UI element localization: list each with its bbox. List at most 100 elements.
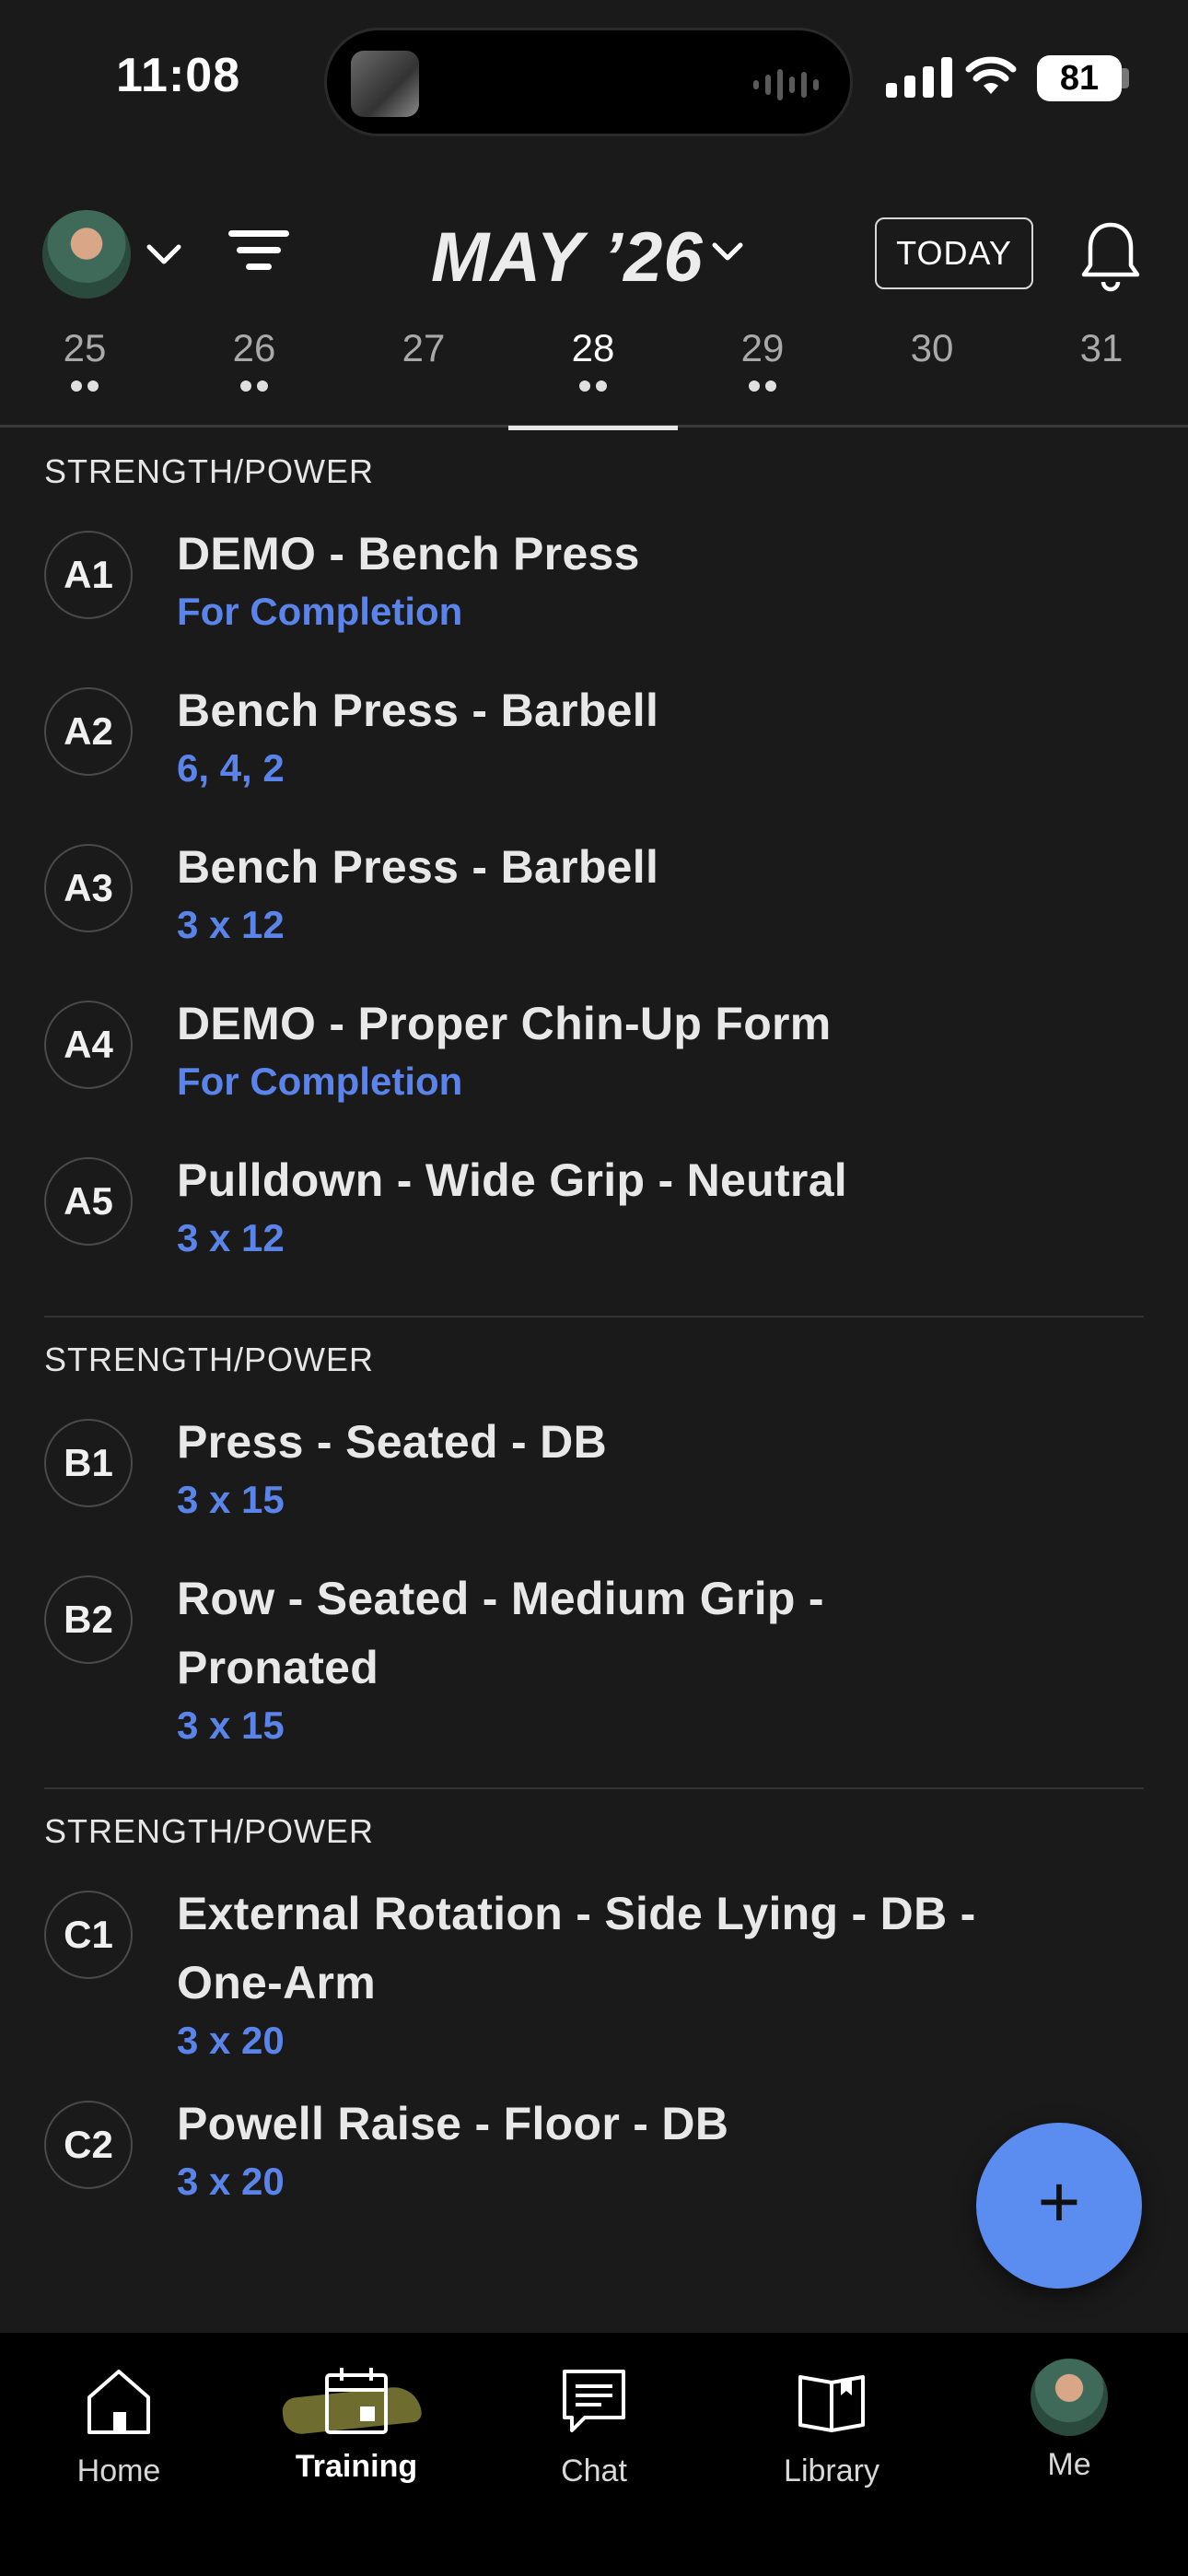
- date-item-31[interactable]: 31: [1017, 322, 1186, 427]
- date-number: 25: [63, 326, 107, 369]
- date-strip: 25 26 27 28 29 30 31: [0, 322, 1188, 430]
- workout-indicator-dots: [508, 380, 678, 392]
- book-icon: [798, 2375, 865, 2432]
- date-number: 29: [740, 326, 785, 369]
- tab-label-training: Training: [295, 2449, 418, 2484]
- exercise-name: Powell Raise - Floor - DB: [177, 2098, 729, 2149]
- wifi-icon: [965, 56, 1017, 94]
- date-number: 31: [1079, 326, 1124, 369]
- workout-section: STRENGTH/POWER A1 DEMO - Bench Press For Co…: [0, 429, 1188, 1277]
- add-button[interactable]: +: [976, 2123, 1142, 2289]
- workout-indicator-dots: [169, 380, 339, 392]
- status-time: 11:08: [116, 49, 241, 102]
- exercise-text: DEMO - Bench Press For Completion: [177, 494, 640, 635]
- exercise-prescription: 3 x 15: [177, 1478, 285, 1521]
- month-chevron-down-icon[interactable]: [709, 234, 746, 271]
- status-bar: 11:08 81: [0, 0, 1188, 166]
- exercise-code-badge: C2: [44, 2101, 133, 2189]
- date-number: 27: [402, 326, 446, 369]
- user-avatar[interactable]: [42, 210, 131, 299]
- exercise-row-a5[interactable]: A5 Pulldown - Wide Grip - Neutral 3 x 12: [44, 1120, 1144, 1277]
- exercise-prescription: 6, 4, 2: [177, 746, 285, 790]
- date-item-25[interactable]: 25: [0, 322, 169, 427]
- exercise-code-badge: A5: [44, 1157, 133, 1246]
- exercise-row-a3[interactable]: A3 Bench Press - Barbell 3 x 12: [44, 807, 1144, 964]
- tab-home[interactable]: Home: [0, 2349, 238, 2497]
- month-title[interactable]: MAY ’26: [431, 217, 704, 298]
- exercise-text: DEMO - Proper Chin-Up Form For Completion: [177, 964, 832, 1105]
- cellular-signal-icon: [886, 57, 952, 98]
- workout-section: STRENGTH/POWER B1 Press - Seated - DB 3 x 1…: [0, 1317, 1188, 1749]
- exercise-code-badge: A2: [44, 687, 133, 776]
- tab-me[interactable]: Me: [950, 2349, 1188, 2497]
- exercise-prescription: 3 x 15: [177, 1704, 285, 1747]
- exercise-text: External Rotation - Side Lying - DB - On…: [177, 1854, 1033, 2064]
- exercise-text: Bench Press - Barbell 6, 4, 2: [177, 650, 658, 791]
- today-button[interactable]: TODAY: [875, 217, 1033, 289]
- exercise-code-badge: A1: [44, 531, 133, 619]
- exercise-name: DEMO - Proper Chin-Up Form: [177, 998, 832, 1049]
- exercise-code-badge: A3: [44, 844, 133, 932]
- date-item-28[interactable]: 28: [508, 322, 678, 430]
- date-number: 28: [571, 326, 615, 369]
- tab-training[interactable]: Training: [238, 2349, 475, 2497]
- exercise-text: Pulldown - Wide Grip - Neutral 3 x 12: [177, 1120, 847, 1261]
- section-label: STRENGTH/POWER: [44, 452, 375, 490]
- dynamic-island[interactable]: [324, 28, 853, 136]
- tab-bar: Home Training Chat Library Me: [0, 2333, 1188, 2576]
- battery-indicator: 81: [1037, 55, 1122, 101]
- exercise-prescription: 3 x 12: [177, 1216, 285, 1259]
- exercise-row-a2[interactable]: A2 Bench Press - Barbell 6, 4, 2: [44, 650, 1144, 807]
- exercise-row-a4[interactable]: A4 DEMO - Proper Chin-Up Form For Completi…: [44, 964, 1144, 1120]
- date-item-27[interactable]: 27: [339, 322, 508, 427]
- avatar: [1031, 2359, 1108, 2436]
- workout-indicator-dots: [0, 380, 169, 392]
- exercise-prescription: 3 x 12: [177, 903, 285, 946]
- exercise-name: Pulldown - Wide Grip - Neutral: [177, 1154, 847, 1206]
- now-playing-artwork: [351, 51, 419, 117]
- exercise-name: External Rotation - Side Lying - DB - On…: [177, 1888, 976, 2008]
- date-item-29[interactable]: 29: [678, 322, 847, 427]
- tab-label-home: Home: [76, 2453, 161, 2488]
- exercise-text: Powell Raise - Floor - DB 3 x 20: [177, 2064, 728, 2205]
- date-number: 26: [232, 326, 276, 369]
- exercise-name: Row - Seated - Medium Grip - Pronated: [177, 1573, 824, 1693]
- exercise-prescription: 3 x 20: [177, 2160, 285, 2203]
- calendar-icon: [281, 2364, 423, 2438]
- date-item-30[interactable]: 30: [847, 322, 1017, 427]
- workout-list: STRENGTH/POWER A1 DEMO - Bench Press For Co…: [0, 429, 1188, 2333]
- audio-wave-icon: [753, 67, 819, 102]
- exercise-row-b1[interactable]: B1 Press - Seated - DB 3 x 15: [44, 1382, 1144, 1539]
- exercise-code-badge: A4: [44, 1001, 133, 1089]
- bell-icon[interactable]: [1079, 219, 1142, 293]
- exercise-name: Bench Press - Barbell: [177, 841, 659, 893]
- workout-indicator-dots: [339, 380, 508, 392]
- home-icon: [87, 2370, 150, 2434]
- chevron-down-icon[interactable]: [146, 241, 182, 269]
- tab-label-chat: Chat: [561, 2453, 627, 2488]
- exercise-row-c1[interactable]: C1 External Rotation - Side Lying - DB - …: [44, 1854, 1144, 2064]
- exercise-code-badge: B2: [44, 1575, 133, 1664]
- tab-label-library: Library: [784, 2453, 879, 2488]
- exercise-prescription: For Completion: [177, 590, 463, 633]
- exercise-name: DEMO - Bench Press: [177, 528, 640, 580]
- chat-icon: [563, 2370, 625, 2432]
- exercise-row-a1[interactable]: A1 DEMO - Bench Press For Completion: [44, 494, 1144, 650]
- exercise-text: Row - Seated - Medium Grip - Pronated 3 x…: [177, 1539, 1033, 1749]
- exercise-prescription: For Completion: [177, 1060, 463, 1103]
- section-label: STRENGTH/POWER: [44, 1341, 375, 1378]
- exercise-prescription: 3 x 20: [177, 2019, 285, 2062]
- date-number: 30: [910, 326, 954, 369]
- tab-library[interactable]: Library: [713, 2349, 950, 2497]
- date-item-26[interactable]: 26: [169, 322, 339, 427]
- exercise-code-badge: B1: [44, 1419, 133, 1507]
- battery-tip: [1122, 68, 1129, 88]
- calendar-header: MAY ’26 TODAY: [0, 184, 1188, 322]
- exercise-text: Bench Press - Barbell 3 x 12: [177, 807, 658, 948]
- exercise-code-badge: C1: [44, 1891, 133, 1979]
- exercise-row-b2[interactable]: B2 Row - Seated - Medium Grip - Pronated 3…: [44, 1539, 1144, 1749]
- section-label: STRENGTH/POWER: [44, 1812, 375, 1850]
- workout-indicator-dots: [1017, 380, 1186, 392]
- filter-icon[interactable]: [228, 230, 289, 276]
- tab-chat[interactable]: Chat: [475, 2349, 713, 2497]
